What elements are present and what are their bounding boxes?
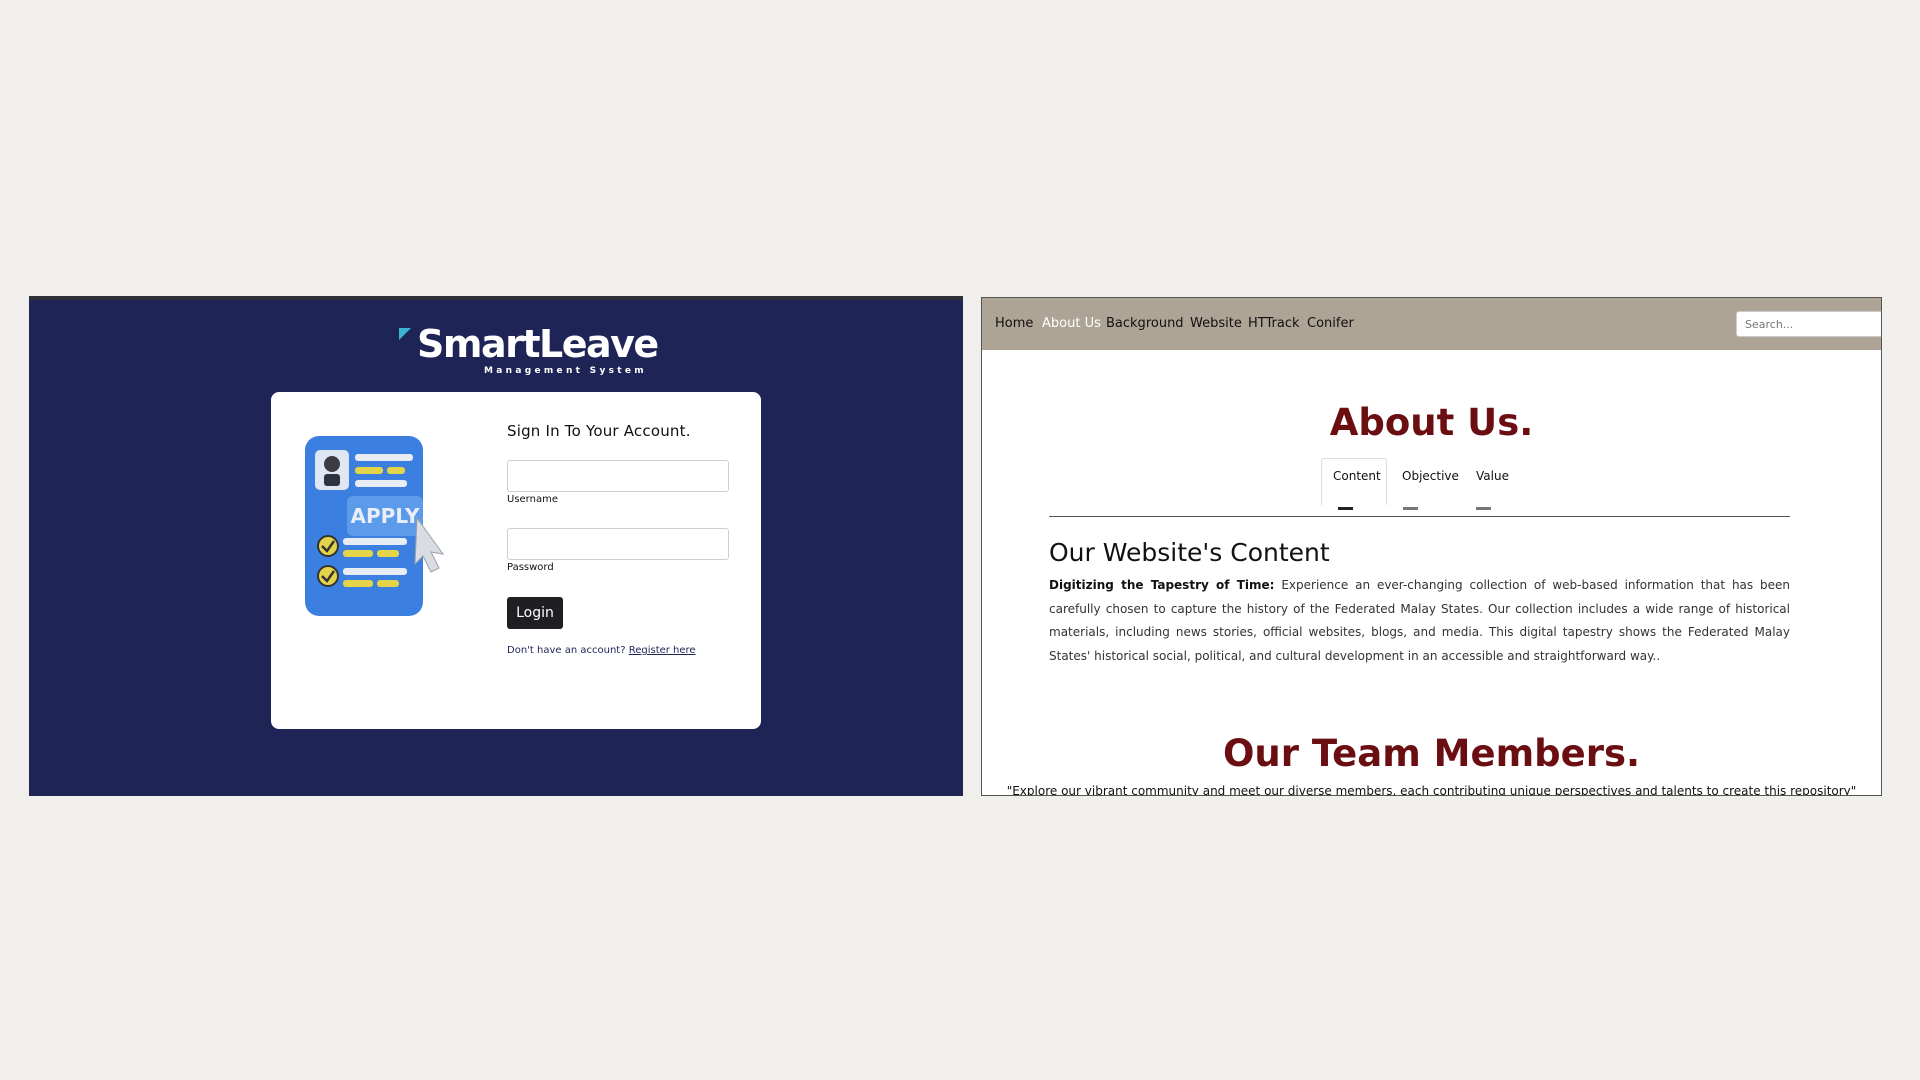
nav-item-website[interactable]: Website [1190, 316, 1242, 331]
team-title: Our Team Members. [1222, 732, 1641, 775]
login-button[interactable]: Login [507, 597, 563, 629]
tab-content-indicator [1338, 507, 1353, 510]
smartleave-logo: SmartLeave Management System [399, 322, 659, 382]
logo-mark-icon [399, 328, 411, 340]
register-prompt: Don't have an account? Register here [507, 645, 696, 656]
navbar: Home About Us Background Website HTTrack… [982, 298, 1881, 350]
page-title: About Us. [1329, 401, 1534, 444]
tab-value[interactable]: Value [1476, 469, 1509, 483]
section-heading: Our Website's Content [1049, 538, 1330, 567]
tab-content[interactable]: Content [1333, 469, 1381, 483]
content-paragraph: Digitizing the Tapestry of Time: Experie… [1049, 574, 1790, 668]
tab-value-indicator [1476, 507, 1491, 510]
sign-in-title: Sign In To Your Account. [507, 422, 691, 440]
paragraph-lead: Digitizing the Tapestry of Time: [1049, 578, 1275, 592]
about-us-page: Home About Us Background Website HTTrack… [981, 297, 1882, 796]
username-label: Username [507, 494, 558, 505]
nav-item-about-us[interactable]: About Us [1042, 316, 1101, 331]
apply-form-illustration: APPLY [305, 436, 445, 616]
apply-label: APPLY [351, 504, 420, 528]
smartleave-login-page: SmartLeave Management System APPLY Sign … [29, 296, 963, 796]
nav-item-httrack[interactable]: HTTrack [1248, 316, 1300, 331]
search-input[interactable] [1736, 311, 1881, 337]
tab-objective-indicator [1403, 507, 1418, 510]
password-label: Password [507, 562, 554, 573]
team-quote: "Explore our vibrant community and meet … [1006, 784, 1857, 796]
nav-item-background[interactable]: Background [1106, 316, 1184, 331]
logo-subtitle: Management System [484, 366, 647, 376]
login-card: APPLY Sign In To Your Account. Username … [271, 392, 761, 729]
nav-item-conifer[interactable]: Conifer [1307, 316, 1354, 331]
password-input[interactable] [507, 528, 729, 560]
nav-item-home[interactable]: Home [995, 316, 1033, 331]
tabs-divider [1049, 516, 1790, 517]
register-link[interactable]: Register here [629, 645, 696, 656]
tab-objective[interactable]: Objective [1402, 469, 1459, 483]
logo-title: SmartLeave [417, 322, 659, 366]
username-input[interactable] [507, 460, 729, 492]
register-prompt-text: Don't have an account? [507, 645, 626, 656]
